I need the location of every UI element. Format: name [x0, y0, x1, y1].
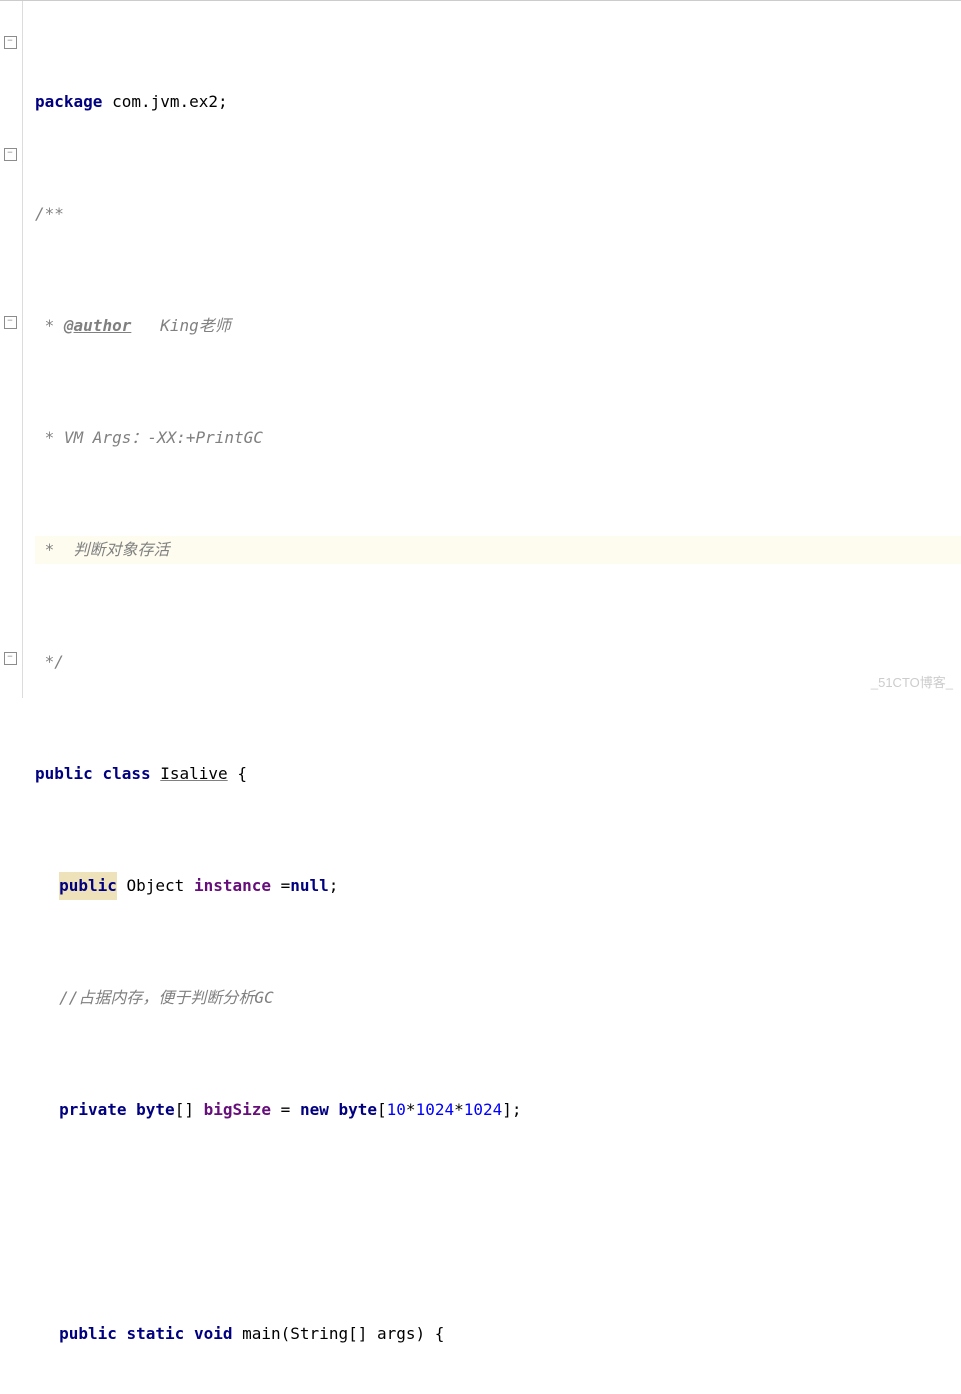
- keyword: void: [194, 1320, 233, 1348]
- keyword: static: [127, 1320, 185, 1348]
- comment: King老师: [131, 312, 230, 340]
- code-line: * @author King老师: [35, 312, 961, 340]
- keyword: byte: [136, 1096, 175, 1124]
- keyword: public: [59, 1320, 117, 1348]
- field: bigSize: [204, 1096, 271, 1124]
- text: *: [406, 1096, 416, 1124]
- text: =: [271, 872, 290, 900]
- number: 10: [387, 1096, 406, 1124]
- code-line: //占据内存，便于判断分析GC: [35, 984, 961, 1012]
- code-line: public class Isalive {: [35, 760, 961, 788]
- keyword: private: [59, 1096, 126, 1124]
- text: com.jvm.ex2;: [102, 88, 227, 116]
- fold-toggle-method[interactable]: −: [3, 315, 17, 329]
- comment: //占据内存，便于判断分析GC: [59, 984, 274, 1012]
- fold-end-class[interactable]: −: [3, 651, 17, 665]
- code-line: package com.jvm.ex2;: [35, 88, 961, 116]
- code-line: private byte[] bigSize = new byte[10*102…: [35, 1096, 961, 1124]
- code-line: /**: [35, 200, 961, 228]
- code-area[interactable]: package com.jvm.ex2; /** * @author King老…: [23, 1, 961, 698]
- text: main(String[] args) {: [232, 1320, 444, 1348]
- text: ];: [502, 1096, 521, 1124]
- keyword: new: [300, 1096, 329, 1124]
- comment: */: [35, 648, 64, 676]
- text: *: [454, 1096, 464, 1124]
- text: [: [377, 1096, 387, 1124]
- keyword: package: [35, 88, 102, 116]
- number: 1024: [464, 1096, 503, 1124]
- fold-toggle-comment[interactable]: −: [3, 35, 17, 49]
- comment: /**: [35, 200, 64, 228]
- code-line: public static void main(String[] args) {: [35, 1320, 961, 1348]
- field: instance: [194, 872, 271, 900]
- text: ;: [329, 872, 339, 900]
- text: =: [271, 1096, 300, 1124]
- code-line: */: [35, 648, 961, 676]
- keyword-highlighted: public: [59, 872, 117, 900]
- number: 1024: [416, 1096, 455, 1124]
- text: Object: [117, 872, 194, 900]
- keyword: public: [35, 760, 93, 788]
- fold-end-comment[interactable]: −: [3, 147, 17, 161]
- code-line-empty: [35, 1208, 961, 1236]
- watermark: _51CTO博客_: [871, 672, 953, 691]
- code-line: * VM Args：-XX:+PrintGC: [35, 424, 961, 452]
- comment: *: [35, 312, 64, 340]
- comment: * 判断对象存活: [35, 536, 170, 564]
- editor-root: − − − − package com.jvm.ex2; /** * @auth…: [0, 0, 961, 698]
- text: {: [228, 760, 247, 788]
- keyword: class: [102, 760, 150, 788]
- gutter: − − − −: [0, 1, 23, 698]
- code-line: public Object instance =null;: [35, 872, 961, 900]
- text: []: [175, 1096, 204, 1124]
- code-line-highlighted: * 判断对象存活: [35, 536, 961, 564]
- keyword: null: [290, 872, 329, 900]
- keyword: byte: [338, 1096, 377, 1124]
- javadoc-tag: @author: [64, 312, 131, 340]
- class-name: Isalive: [160, 760, 227, 788]
- comment: * VM Args：-XX:+PrintGC: [35, 424, 263, 452]
